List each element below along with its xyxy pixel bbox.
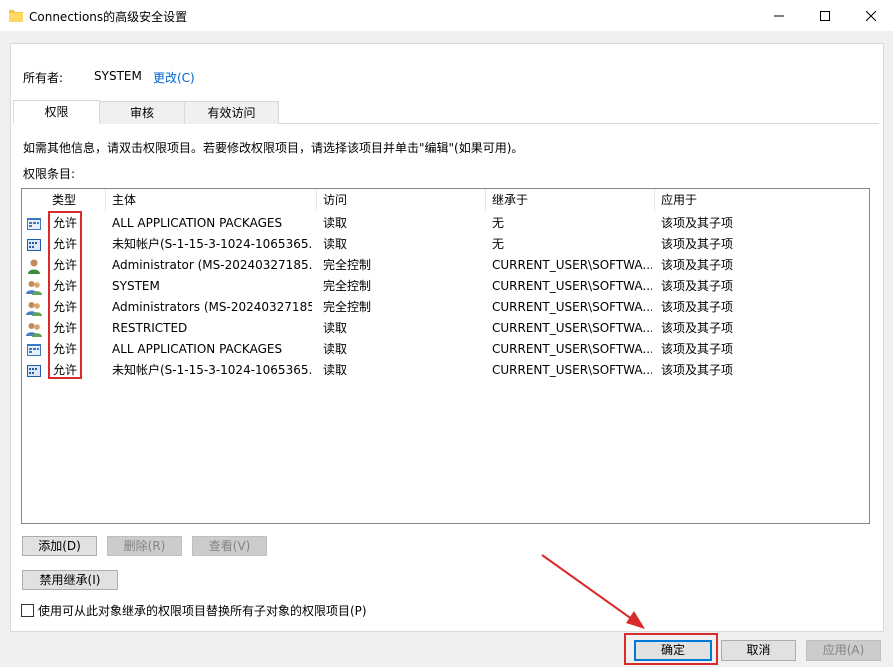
- info-text: 如需其他信息，请双击权限项目。若要修改权限项目，请选择该项目并单击"编辑"(如果…: [23, 141, 524, 155]
- table-row[interactable]: 允许 未知帐户(S-1-15-3-1024-1065365... 读取无该项及其子项: [22, 234, 869, 255]
- permission-entries-label: 权限条目:: [23, 167, 76, 181]
- folder-icon: [9, 10, 23, 22]
- cell-inherited-from: CURRENT_USER\SOFTWA...: [492, 321, 652, 335]
- tab-permissions[interactable]: 权限: [13, 100, 100, 124]
- replace-child-permissions-checkbox[interactable]: [21, 604, 34, 617]
- title-bar: Connections的高级安全设置: [0, 0, 893, 31]
- remove-button[interactable]: 删除(R): [107, 536, 182, 556]
- cell-inherited-from: CURRENT_USER\SOFTWA...: [492, 258, 652, 272]
- cell-access: 完全控制: [323, 258, 372, 272]
- group-icon: [26, 300, 42, 316]
- owner-value: SYSTEM: [94, 69, 142, 83]
- table-row[interactable]: 允许 Administrators (MS-20240327185... 完全控制 C…: [22, 297, 869, 318]
- cell-access: 读取: [323, 216, 348, 230]
- cell-inherited-from: CURRENT_USER\SOFTWA...: [492, 363, 652, 377]
- cell-access: 读取: [323, 363, 348, 377]
- cell-access: 读取: [323, 237, 348, 251]
- column-header-principal[interactable]: 主体: [106, 189, 317, 211]
- cell-access: 完全控制: [323, 300, 372, 314]
- cell-applies-to: 该项及其子项: [661, 237, 734, 251]
- table-row[interactable]: 允许 RESTRICTED 读取 CURRENT_USER\SOFTWA... 该项及其…: [22, 318, 869, 339]
- type-column-highlight: [48, 211, 82, 379]
- cell-inherited-from: CURRENT_USER\SOFTWA...: [492, 300, 652, 314]
- cell-principal: SYSTEM: [112, 279, 160, 293]
- cell-principal: 未知帐户(S-1-15-3-1024-1065365...: [112, 237, 312, 251]
- cell-access: 完全控制: [323, 279, 372, 293]
- cell-applies-to: 该项及其子项: [661, 363, 734, 377]
- app-package-icon: [26, 216, 42, 232]
- cell-applies-to: 该项及其子项: [661, 321, 734, 335]
- cell-principal: ALL APPLICATION PACKAGES: [112, 342, 283, 356]
- cell-principal: Administrator (MS-20240327185...: [112, 258, 312, 272]
- cell-applies-to: 该项及其子项: [661, 342, 734, 356]
- permission-entries-list[interactable]: 类型 主体 访问 继承于 应用于 允许 ALL APPLICATION PACKA…: [21, 188, 870, 524]
- window-title: Connections的高级安全设置: [29, 10, 188, 24]
- apply-button[interactable]: 应用(A): [806, 640, 881, 661]
- table-row[interactable]: 允许 ALL APPLICATION PACKAGES 读取 CURRENT_USER…: [22, 339, 869, 360]
- cell-principal: Administrators (MS-20240327185...: [112, 300, 312, 314]
- minimize-icon[interactable]: [756, 0, 802, 31]
- group-icon: [26, 279, 42, 295]
- tab-effective-access[interactable]: 有效访问: [184, 101, 279, 124]
- column-header-type[interactable]: 类型: [46, 189, 106, 211]
- add-button[interactable]: 添加(D): [22, 536, 97, 556]
- tab-auditing[interactable]: 审核: [98, 101, 186, 124]
- user-icon: [26, 258, 42, 274]
- change-owner-link[interactable]: 更改(C): [153, 69, 195, 86]
- table-row[interactable]: 允许 未知帐户(S-1-15-3-1024-1065365... 读取 CURRENT…: [22, 360, 869, 381]
- replace-child-permissions-label: 使用可从此对象继承的权限项目替换所有子对象的权限项目(P): [38, 604, 367, 618]
- app-package-icon: [26, 342, 42, 358]
- column-header-access[interactable]: 访问: [317, 189, 486, 211]
- unknown-account-icon: [26, 363, 42, 379]
- column-header-applies-to[interactable]: 应用于: [655, 189, 869, 211]
- cell-applies-to: 该项及其子项: [661, 258, 734, 272]
- cancel-button[interactable]: 取消: [721, 640, 796, 661]
- group-icon: [26, 321, 42, 337]
- cell-inherited-from: 无: [492, 216, 505, 230]
- table-row[interactable]: 允许 Administrator (MS-20240327185... 完全控制 CU…: [22, 255, 869, 276]
- table-row[interactable]: 允许 ALL APPLICATION PACKAGES 读取无该项及其子项: [22, 213, 869, 234]
- table-row[interactable]: 允许 SYSTEM 完全控制 CURRENT_USER\SOFTWA... 该项及其子项: [22, 276, 869, 297]
- cell-applies-to: 该项及其子项: [661, 216, 734, 230]
- cell-inherited-from: CURRENT_USER\SOFTWA...: [492, 279, 652, 293]
- cell-principal: ALL APPLICATION PACKAGES: [112, 216, 283, 230]
- list-header: 类型 主体 访问 继承于 应用于: [22, 189, 869, 211]
- view-button[interactable]: 查看(V): [192, 536, 267, 556]
- cell-applies-to: 该项及其子项: [661, 279, 734, 293]
- cell-inherited-from: 无: [492, 237, 505, 251]
- owner-label: 所有者:: [23, 71, 64, 85]
- cell-access: 读取: [323, 321, 348, 335]
- close-icon[interactable]: [848, 0, 893, 31]
- cell-principal: 未知帐户(S-1-15-3-1024-1065365...: [112, 363, 312, 377]
- disable-inheritance-button[interactable]: 禁用继承(I): [22, 570, 118, 590]
- cell-principal: RESTRICTED: [112, 321, 188, 335]
- cell-applies-to: 该项及其子项: [661, 300, 734, 314]
- unknown-account-icon: [26, 237, 42, 253]
- ok-button-highlight: [624, 633, 718, 665]
- column-header-inherited-from[interactable]: 继承于: [486, 189, 655, 211]
- maximize-icon[interactable]: [802, 0, 848, 31]
- cell-inherited-from: CURRENT_USER\SOFTWA...: [492, 342, 652, 356]
- cell-access: 读取: [323, 342, 348, 356]
